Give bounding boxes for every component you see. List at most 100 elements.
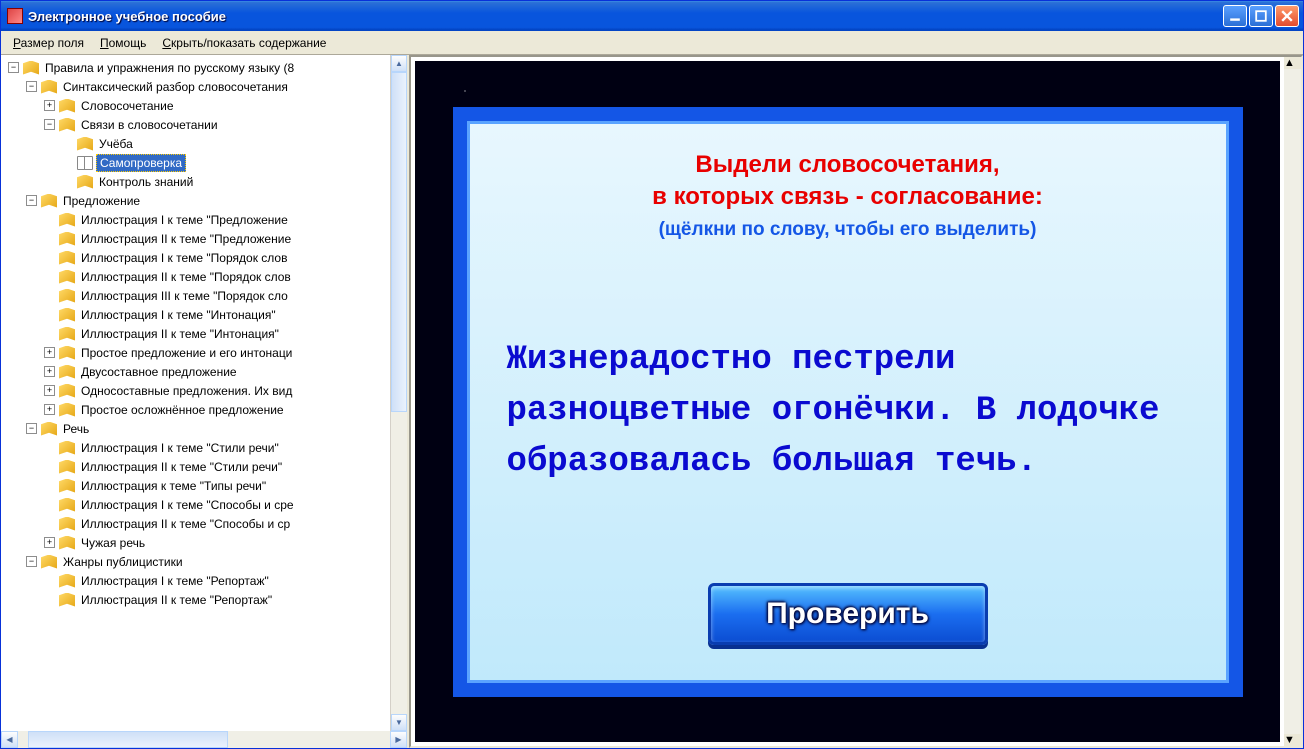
tree-node-label[interactable]: Самопроверка (96, 154, 186, 172)
expand-icon[interactable]: + (44, 100, 55, 111)
scroll-thumb-h[interactable] (28, 731, 228, 748)
tree-node[interactable]: Иллюстрация I к теме "Репортаж" (4, 571, 390, 590)
expand-icon[interactable]: + (44, 347, 55, 358)
collapse-icon[interactable]: − (26, 556, 37, 567)
scroll-down-button[interactable]: ▼ (391, 714, 407, 731)
tree-node[interactable]: Иллюстрация II к теме "Порядок слов (4, 267, 390, 286)
tree-node[interactable]: Иллюстрация I к теме "Стили речи" (4, 438, 390, 457)
tree-node-label[interactable]: Иллюстрация II к теме "Способы и ср (78, 516, 293, 532)
scroll-up-button[interactable]: ▲ (391, 55, 407, 72)
tree-node[interactable]: − Предложение (4, 191, 390, 210)
tree-horizontal-scrollbar[interactable]: ◀ ▶ (1, 731, 407, 748)
tree-node-label[interactable]: Словосочетание (78, 98, 177, 114)
expand-icon[interactable]: + (44, 385, 55, 396)
content-pane: Выдели словосочетания, в которых связь -… (409, 55, 1303, 748)
tree-node-label[interactable]: Иллюстрация III к теме "Порядок сло (78, 288, 291, 304)
scroll-thumb[interactable] (391, 72, 407, 412)
menu-help[interactable]: Помощь (92, 34, 154, 52)
tree-node-label[interactable]: Жанры публицистики (60, 554, 186, 570)
tree-node-label[interactable]: Учёба (96, 136, 136, 152)
expand-icon[interactable]: + (44, 537, 55, 548)
tree-node[interactable]: Самопроверка (4, 153, 390, 172)
tree-node[interactable]: + Односоставные предложения. Их вид (4, 381, 390, 400)
tree-node[interactable]: Иллюстрация II к теме "Интонация" (4, 324, 390, 343)
tree-node-label[interactable]: Иллюстрация II к теме "Порядок слов (78, 269, 294, 285)
check-button[interactable]: Проверить (708, 583, 988, 645)
tree-node-label[interactable]: Чужая речь (78, 535, 148, 551)
tree-node-label[interactable]: Связи в словосочетании (78, 117, 221, 133)
tree-node[interactable]: + Двусоставное предложение (4, 362, 390, 381)
tree-node[interactable]: − Синтаксический разбор словосочетания (4, 77, 390, 96)
tree-node[interactable]: Иллюстрация к теме "Типы речи" (4, 476, 390, 495)
tree-node-label[interactable]: Иллюстрация I к теме "Предложение (78, 212, 291, 228)
tree-node-label[interactable]: Иллюстрация I к теме "Порядок слов (78, 250, 290, 266)
tree-node[interactable]: Учёба (4, 134, 390, 153)
tree-node-label[interactable]: Иллюстрация II к теме "Предложение (78, 231, 294, 247)
tree-node-label[interactable]: Синтаксический разбор словосочетания (60, 79, 291, 95)
menubar: Размер поля Помощь Скрыть/показать содер… (1, 31, 1303, 55)
collapse-icon[interactable]: − (26, 195, 37, 206)
scroll-left-button[interactable]: ◀ (1, 731, 18, 748)
tree-node-label[interactable]: Простое осложнённое предложение (78, 402, 287, 418)
book-icon (41, 422, 57, 436)
tree-node[interactable]: Иллюстрация I к теме "Способы и сре (4, 495, 390, 514)
tree-node[interactable]: Иллюстрация II к теме "Способы и ср (4, 514, 390, 533)
tree-node-label[interactable]: Правила и упражнения по русскому языку (… (42, 60, 297, 76)
collapse-icon[interactable]: − (44, 119, 55, 130)
lesson-headline-1: Выдели словосочетания, (695, 151, 999, 179)
content-scroll-up[interactable]: ▲ (1284, 57, 1301, 69)
tree-node[interactable]: − Речь (4, 419, 390, 438)
tree-node-label[interactable]: Иллюстрация I к теме "Интонация" (78, 307, 279, 323)
tree-node[interactable]: + Словосочетание (4, 96, 390, 115)
lesson-hint: (щёлкни по слову, чтобы его выделить) (659, 219, 1037, 241)
tree-node[interactable]: + Чужая речь (4, 533, 390, 552)
book-icon (59, 289, 75, 303)
tree-vertical-scrollbar[interactable]: ▲ ▼ (390, 55, 407, 731)
tree-node-label[interactable]: Иллюстрация I к теме "Репортаж" (78, 573, 272, 589)
menu-toggle-contents[interactable]: Скрыть/показать содержание (154, 34, 334, 52)
exercise-sentence[interactable]: Жизнерадостно пестрели разноцветные огон… (497, 335, 1199, 488)
collapse-icon[interactable]: − (26, 423, 37, 434)
book-icon (59, 327, 75, 341)
tree-node[interactable]: Иллюстрация I к теме "Предложение (4, 210, 390, 229)
content-tree[interactable]: −Правила и упражнения по русскому языку … (1, 55, 390, 731)
tree-node-label[interactable]: Иллюстрация II к теме "Интонация" (78, 326, 282, 342)
tree-node[interactable]: − Правила и упражнения по русскому языку … (4, 58, 390, 77)
tree-node-label[interactable]: Иллюстрация II к теме "Стили речи" (78, 459, 285, 475)
close-button[interactable] (1275, 5, 1299, 27)
expand-icon[interactable]: + (44, 404, 55, 415)
tree-node-label[interactable]: Односоставные предложения. Их вид (78, 383, 295, 399)
scroll-right-button[interactable]: ▶ (390, 731, 407, 748)
tree-node-label[interactable]: Иллюстрация II к теме "Репортаж" (78, 592, 275, 608)
tree-node[interactable]: Иллюстрация II к теме "Стили речи" (4, 457, 390, 476)
collapse-icon[interactable]: − (26, 81, 37, 92)
tree-node[interactable]: Иллюстрация I к теме "Интонация" (4, 305, 390, 324)
tree-node-label[interactable]: Предложение (60, 193, 143, 209)
tree-node[interactable]: Иллюстрация II к теме "Репортаж" (4, 590, 390, 609)
book-icon (59, 479, 75, 493)
tree-node-label[interactable]: Иллюстрация I к теме "Способы и сре (78, 497, 297, 513)
tree-node-label[interactable]: Иллюстрация к теме "Типы речи" (78, 478, 269, 494)
collapse-icon[interactable]: − (8, 62, 19, 73)
tree-node[interactable]: Контроль знаний (4, 172, 390, 191)
tree-node[interactable]: Иллюстрация II к теме "Предложение (4, 229, 390, 248)
tree-node[interactable]: + Простое предложение и его интонаци (4, 343, 390, 362)
tree-node[interactable]: Иллюстрация I к теме "Порядок слов (4, 248, 390, 267)
tree-node-label[interactable]: Речь (60, 421, 92, 437)
tree-node[interactable]: − Связи в словосочетании (4, 115, 390, 134)
book-icon (59, 99, 75, 113)
tree-node-label[interactable]: Контроль знаний (96, 174, 196, 190)
tree-node[interactable]: − Жанры публицистики (4, 552, 390, 571)
tree-node[interactable]: Иллюстрация III к теме "Порядок сло (4, 286, 390, 305)
tree-node[interactable]: + Простое осложнённое предложение (4, 400, 390, 419)
tree-node-label[interactable]: Двусоставное предложение (78, 364, 240, 380)
minimize-button[interactable] (1223, 5, 1247, 27)
maximize-button[interactable] (1249, 5, 1273, 27)
content-scroll-down[interactable]: ▼ (1284, 734, 1301, 746)
book-icon (41, 555, 57, 569)
content-vertical-scrollbar[interactable]: ▲ ▼ (1284, 57, 1301, 746)
tree-node-label[interactable]: Простое предложение и его интонаци (78, 345, 295, 361)
menu-field-size[interactable]: Размер поля (5, 34, 92, 52)
expand-icon[interactable]: + (44, 366, 55, 377)
tree-node-label[interactable]: Иллюстрация I к теме "Стили речи" (78, 440, 282, 456)
